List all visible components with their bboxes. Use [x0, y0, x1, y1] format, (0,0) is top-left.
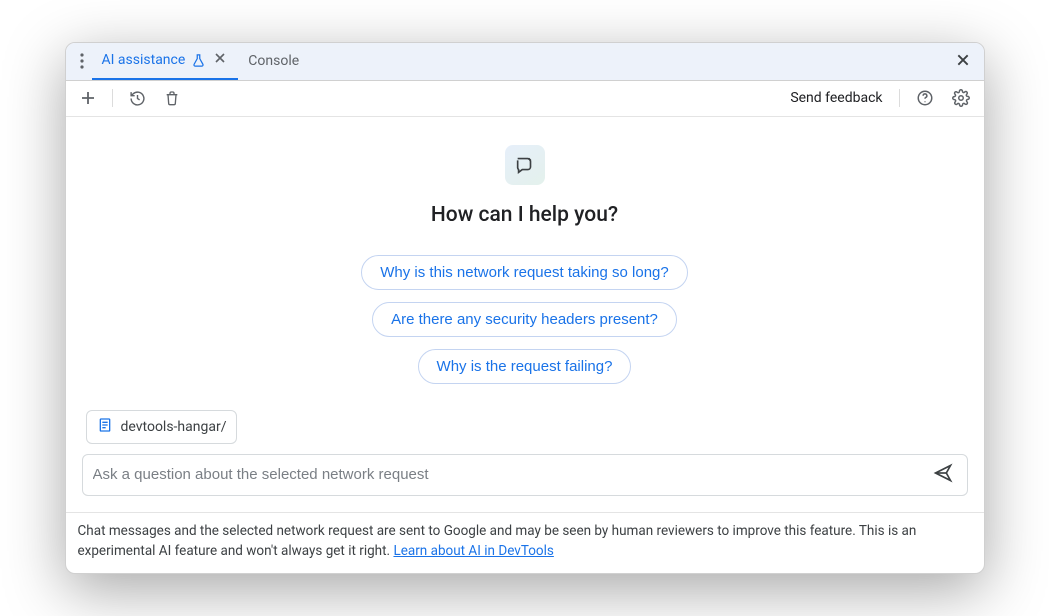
divider	[899, 89, 900, 107]
ai-sparkle-icon	[505, 145, 545, 185]
new-chat-button[interactable]	[74, 86, 102, 110]
close-tab-icon[interactable]	[212, 50, 228, 70]
suggestion-chip[interactable]: Why is this network request taking so lo…	[361, 255, 687, 290]
close-panel-icon[interactable]	[948, 48, 978, 75]
send-button[interactable]	[929, 459, 957, 491]
delete-button[interactable]	[158, 86, 186, 110]
footer-disclaimer: Chat messages and the selected network r…	[66, 512, 984, 574]
history-button[interactable]	[123, 86, 152, 111]
devtools-panel: AI assistance Console Send feedback	[65, 42, 985, 575]
suggestion-chip[interactable]: Why is the request failing?	[418, 349, 632, 384]
footer-link[interactable]: Learn about AI in DevTools	[393, 543, 553, 559]
chat-input[interactable]	[93, 466, 929, 483]
tab-label: AI assistance	[102, 52, 186, 68]
main-content: How can I help you? Why is this network …	[66, 117, 984, 512]
document-icon	[97, 417, 113, 437]
tab-console[interactable]: Console	[238, 43, 309, 80]
settings-button[interactable]	[946, 85, 976, 111]
send-feedback-link[interactable]: Send feedback	[784, 90, 888, 106]
tab-label: Console	[248, 53, 299, 69]
context-label: devtools-hangar/	[121, 419, 227, 435]
tab-ai-assistance[interactable]: AI assistance	[92, 43, 239, 80]
more-vertical-icon[interactable]	[72, 49, 92, 73]
suggestion-chip[interactable]: Are there any security headers present?	[372, 302, 677, 337]
chat-input-row	[82, 454, 968, 496]
help-button[interactable]	[910, 85, 940, 111]
divider	[112, 89, 113, 107]
toolbar: Send feedback	[66, 81, 984, 117]
flask-icon	[191, 53, 206, 68]
suggestion-list: Why is this network request taking so lo…	[361, 255, 687, 384]
context-chip[interactable]: devtools-hangar/	[86, 410, 238, 444]
page-heading: How can I help you?	[431, 203, 618, 227]
tab-strip: AI assistance Console	[66, 43, 984, 81]
context-area: devtools-hangar/	[82, 410, 242, 454]
